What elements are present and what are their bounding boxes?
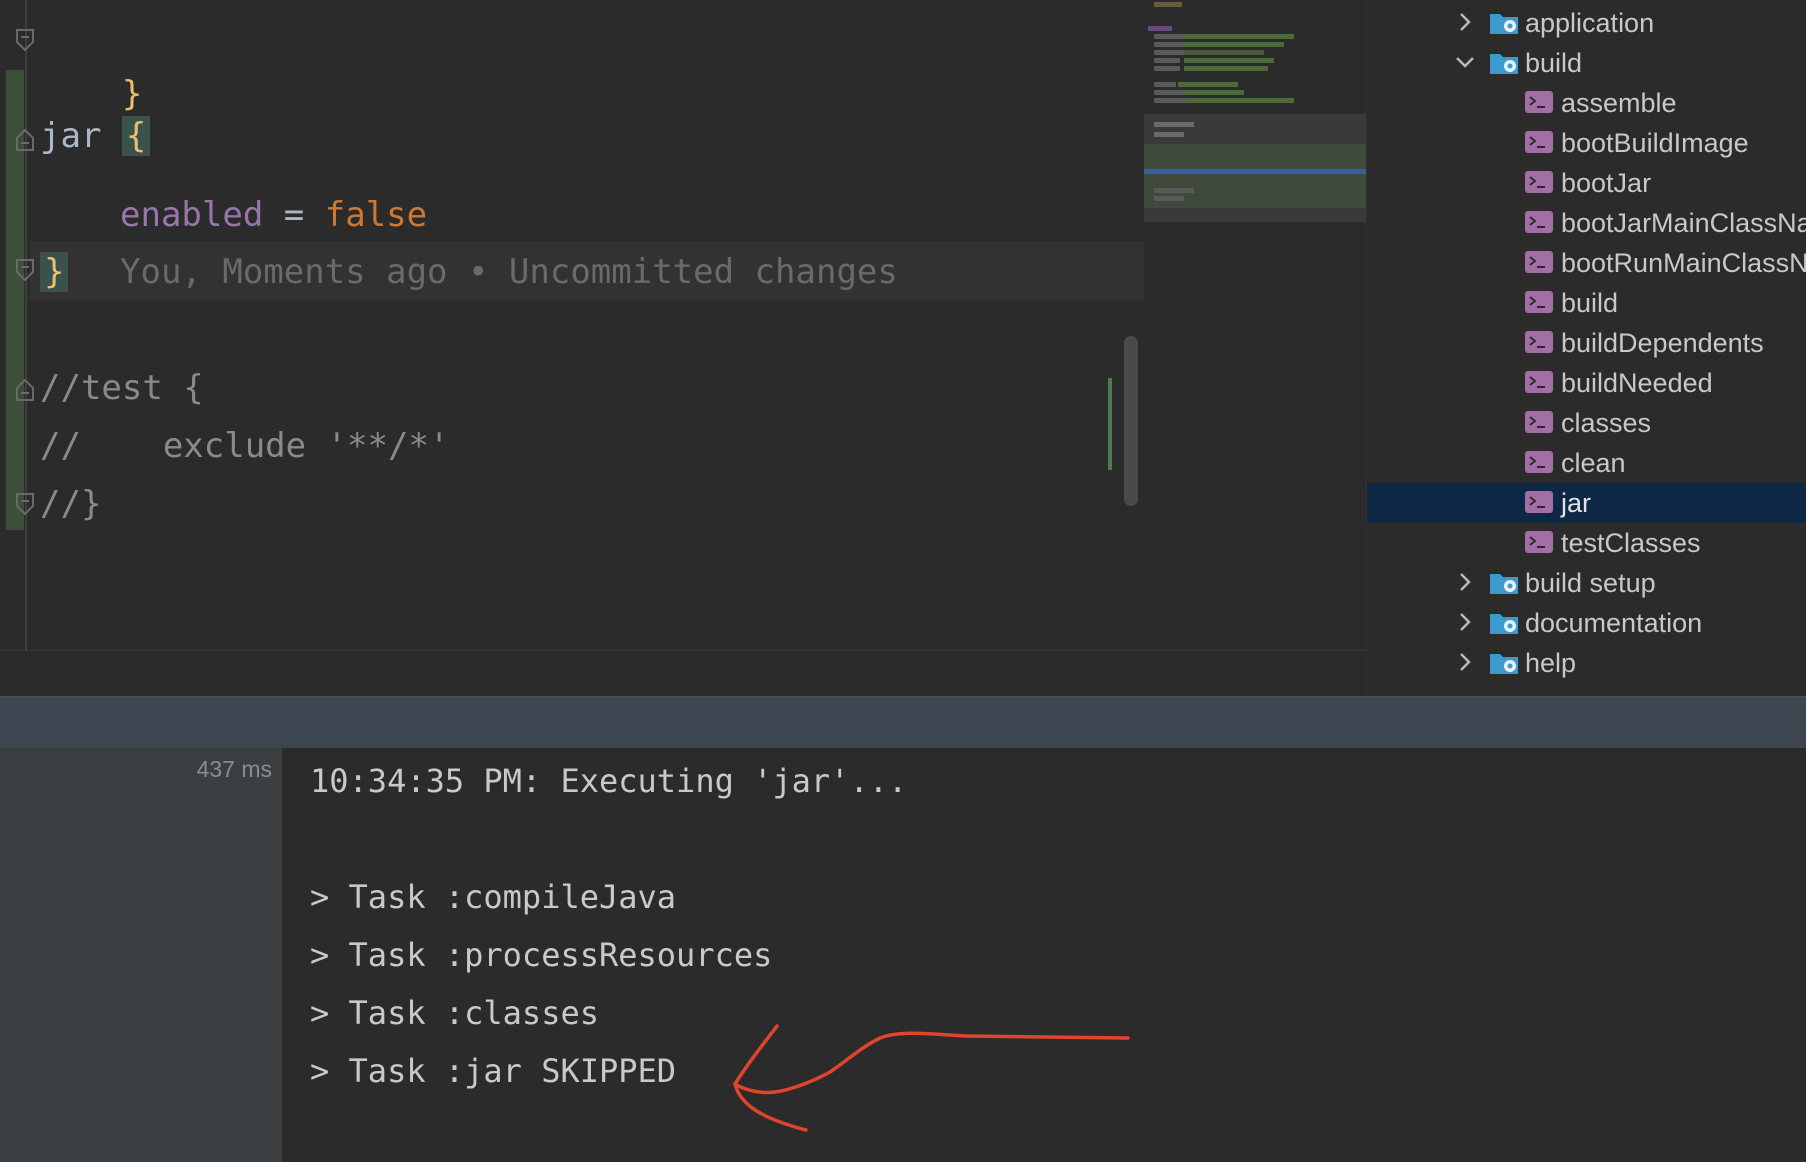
false-literal: false — [324, 195, 428, 235]
gradle-task-icon — [1525, 410, 1555, 436]
fold-end-icon[interactable] — [14, 492, 36, 516]
tree-task-label: jar — [1561, 488, 1592, 518]
tree-group-application[interactable]: application — [1367, 3, 1806, 43]
tree-group-label: help — [1525, 648, 1577, 678]
change-stripe — [1108, 378, 1112, 470]
tree-task-label: classes — [1561, 408, 1652, 438]
chevron-right-icon[interactable] — [1453, 10, 1477, 34]
gradle-folder-icon — [1489, 650, 1519, 676]
comment-line-3[interactable]: //} — [40, 476, 101, 532]
comment-line-1[interactable]: //test { — [40, 360, 204, 416]
run-console-output[interactable]: 10:34:35 PM: Executing 'jar'... > Task :… — [282, 748, 1806, 1162]
fold-end-icon[interactable] — [14, 258, 36, 282]
tree-group-help[interactable]: help — [1367, 643, 1806, 683]
tree-task-bootrunmainclassname[interactable]: bootRunMainClassN — [1367, 243, 1806, 283]
gradle-tasks-tree[interactable]: application build assemble bootBuildImag… — [1366, 0, 1806, 696]
gutter-divider — [25, 0, 27, 650]
code-minimap[interactable] — [1144, 0, 1366, 650]
gradle-folder-icon — [1489, 570, 1519, 596]
gradle-task-icon — [1525, 130, 1555, 156]
tree-group-label: documentation — [1525, 608, 1703, 638]
tree-task-label: bootJarMainClassNa — [1561, 208, 1806, 238]
tree-task-label: bootJar — [1561, 168, 1652, 198]
console-line: > Task :compileJava — [310, 878, 677, 916]
tree-task-label: bootBuildImage — [1561, 128, 1749, 158]
gradle-folder-icon — [1489, 10, 1519, 36]
tree-task-label: buildNeeded — [1561, 368, 1713, 398]
gradle-task-icon — [1525, 90, 1555, 116]
chevron-right-icon[interactable] — [1453, 650, 1477, 674]
comment-line-2[interactable]: // exclude '**/*' — [40, 418, 449, 474]
enabled-property: enabled — [120, 195, 264, 235]
gradle-folder-icon — [1489, 50, 1519, 76]
gradle-task-icon — [1525, 210, 1555, 236]
run-duration: 437 ms — [196, 756, 272, 782]
gradle-task-icon — [1525, 330, 1555, 356]
editor-scrollbar[interactable] — [1124, 336, 1138, 506]
tree-task-bootjar[interactable]: bootJar — [1367, 163, 1806, 203]
jar-keyword: jar — [40, 116, 102, 156]
code-editor[interactable]: } jar { enabled = false } You, Moments a… — [0, 0, 1366, 650]
tree-group-build-setup[interactable]: build setup — [1367, 563, 1806, 603]
console-line: > Task :processResources — [310, 936, 773, 974]
chevron-down-icon[interactable] — [1453, 50, 1477, 74]
gradle-task-icon — [1525, 250, 1555, 276]
run-panel-header[interactable] — [0, 696, 1806, 749]
gradle-task-icon — [1525, 530, 1555, 556]
fold-start-icon[interactable] — [14, 128, 36, 152]
tree-group-build[interactable]: build — [1367, 43, 1806, 83]
fold-start-icon[interactable] — [14, 378, 36, 402]
gradle-task-icon — [1525, 370, 1555, 396]
tree-task-assemble[interactable]: assemble — [1367, 83, 1806, 123]
gradle-task-icon — [1525, 450, 1555, 476]
opening-brace: { — [121, 116, 151, 156]
chevron-right-icon[interactable] — [1453, 570, 1477, 594]
fold-end-icon[interactable] — [14, 28, 36, 52]
tree-task-testclasses[interactable]: testClasses — [1367, 523, 1806, 563]
tree-group-label: application — [1525, 8, 1655, 38]
tree-task-jar[interactable]: jar — [1367, 483, 1806, 523]
tree-group-label: build setup — [1525, 568, 1656, 598]
tree-task-label: testClasses — [1561, 528, 1701, 558]
gradle-folder-icon — [1489, 610, 1519, 636]
tree-task-classes[interactable]: classes — [1367, 403, 1806, 443]
closing-brace: } — [40, 252, 69, 292]
chevron-right-icon[interactable] — [1453, 610, 1477, 634]
gradle-task-icon — [1525, 290, 1555, 316]
equals-operator: = — [283, 195, 305, 235]
console-line: > Task :jar SKIPPED — [310, 1052, 677, 1090]
run-tree-pane[interactable]: 437 ms — [0, 748, 283, 1162]
code-line-jar[interactable]: jar { — [40, 108, 151, 164]
tree-task-buildneeded[interactable]: buildNeeded — [1367, 363, 1806, 403]
tree-task-label: bootRunMainClassN — [1561, 248, 1806, 278]
tree-group-label: build — [1525, 48, 1583, 78]
tree-task-builddependents[interactable]: buildDependents — [1367, 323, 1806, 363]
tree-group-documentation[interactable]: documentation — [1367, 603, 1806, 643]
code-line-close[interactable]: } — [40, 244, 69, 300]
tree-task-bootjarmainclassname[interactable]: bootJarMainClassNa — [1367, 203, 1806, 243]
console-line: 10:34:35 PM: Executing 'jar'... — [310, 762, 908, 800]
tree-task-label: clean — [1561, 448, 1626, 478]
tree-task-label: buildDependents — [1561, 328, 1764, 358]
git-blame-annotation: You, Moments ago • Uncommitted changes — [120, 252, 898, 292]
gradle-task-icon — [1525, 170, 1555, 196]
tree-task-label: build — [1561, 288, 1619, 318]
console-line: > Task :classes — [310, 994, 599, 1032]
tree-task-build[interactable]: build — [1367, 283, 1806, 323]
editor-status-strip — [0, 650, 1366, 697]
tree-task-bootbuildimage[interactable]: bootBuildImage — [1367, 123, 1806, 163]
code-line-enabled[interactable]: enabled = false — [120, 187, 427, 243]
code-line-1[interactable]: } — [40, 10, 142, 114]
gradle-task-icon — [1525, 490, 1555, 516]
tree-task-label: assemble — [1561, 88, 1677, 118]
tree-task-clean[interactable]: clean — [1367, 443, 1806, 483]
